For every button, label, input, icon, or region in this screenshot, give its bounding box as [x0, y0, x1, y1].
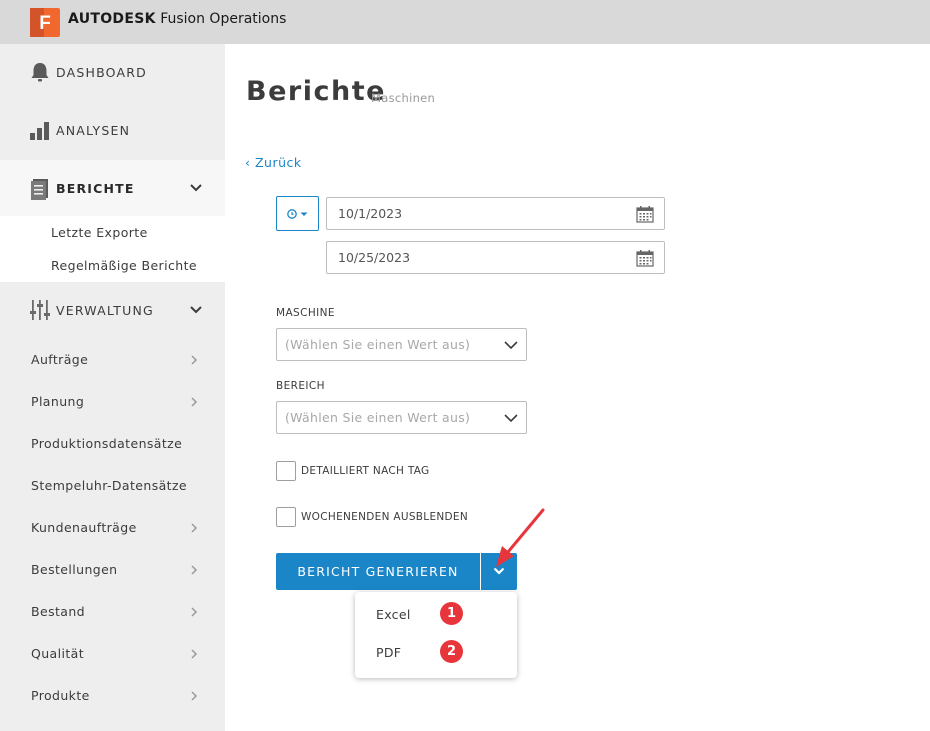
chevron-down-icon [504, 414, 518, 423]
maschine-label: MASCHINE [276, 307, 335, 319]
calendar-icon[interactable] [636, 249, 654, 267]
hide-weekends-label: WOCHENENDEN AUSBLENDEN [301, 511, 469, 523]
brand-rest: Fusion Operations [155, 11, 287, 27]
chevron-right-icon [191, 691, 198, 701]
bell-icon [31, 63, 49, 82]
chevron-right-icon [191, 355, 198, 365]
date-to-value: 10/25/2023 [338, 250, 411, 265]
menu-item-excel[interactable]: Excel [376, 607, 411, 622]
bar-chart-icon [30, 122, 49, 140]
sidebar: DASHBOARD ANALYSEN BERICHTE Letzte Expor… [0, 44, 225, 731]
chevron-down-icon[interactable] [190, 183, 202, 193]
sidebar-label-dashboard: DASHBOARD [56, 64, 147, 80]
chevron-right-icon [191, 523, 198, 533]
clock-caret-icon [287, 209, 308, 219]
export-format-menu: Excel PDF 1 2 [355, 592, 517, 678]
menu-item-pdf[interactable]: PDF [376, 645, 401, 660]
generate-report-label: BERICHT GENERIEREN [297, 564, 459, 579]
chevron-down-icon[interactable] [190, 305, 202, 315]
generate-report-button[interactable]: BERICHT GENERIEREN [276, 553, 480, 590]
bereich-select[interactable]: (Wählen Sie einen Wert aus) [276, 401, 527, 434]
sidebar-item-verwaltung[interactable]: VERWALTUNG [0, 282, 225, 338]
detail-by-day-label: DETAILLIERT NACH TAG [301, 465, 430, 477]
bereich-label: BEREICH [276, 380, 325, 392]
sidebar-label-analysen: ANALYSEN [56, 122, 131, 138]
sliders-icon [30, 300, 50, 320]
sidebar-subitem-letzte-exporte[interactable]: Letzte Exporte [51, 225, 148, 240]
chevron-right-icon [191, 649, 198, 659]
chevron-right-icon [191, 607, 198, 617]
generate-format-dropdown-button[interactable] [481, 553, 517, 590]
berichte-submenu: Letzte Exporte Regelmäßige Berichte [0, 216, 225, 282]
top-bar: F AUTODESK Fusion Operations [0, 0, 930, 44]
detail-by-day-checkbox[interactable] [276, 461, 296, 481]
back-link[interactable]: ‹ Zurück [245, 155, 302, 170]
sidebar-item-planung[interactable]: Planung [31, 394, 84, 409]
sidebar-item-bestellungen[interactable]: Bestellungen [31, 562, 118, 577]
date-from-input[interactable]: 10/1/2023 [326, 197, 665, 230]
chevron-right-icon [191, 565, 198, 575]
maschine-select[interactable]: (Wählen Sie einen Wert aus) [276, 328, 527, 361]
maschine-placeholder: (Wählen Sie einen Wert aus) [285, 337, 471, 352]
sidebar-item-berichte[interactable]: BERICHTE [0, 160, 225, 216]
date-to-input[interactable]: 10/25/2023 [326, 241, 665, 274]
sidebar-item-produktionsdatensaetze[interactable]: Produktionsdatensätze [31, 436, 182, 451]
sidebar-item-dashboard[interactable]: DASHBOARD [0, 44, 225, 100]
fusion-logo-icon[interactable]: F [30, 8, 60, 37]
sidebar-item-auftraege[interactable]: Aufträge [31, 352, 88, 367]
hide-weekends-checkbox[interactable] [276, 507, 296, 527]
sidebar-item-kundenauftraege[interactable]: Kundenaufträge [31, 520, 137, 535]
sidebar-subitem-regelmaessige-berichte[interactable]: Regelmäßige Berichte [51, 258, 197, 273]
sidebar-item-analysen[interactable]: ANALYSEN [0, 102, 225, 158]
report-icon [31, 179, 48, 200]
chevron-down-icon [504, 341, 518, 350]
sidebar-item-produkte[interactable]: Produkte [31, 688, 90, 703]
annotation-badge-1: 1 [440, 602, 463, 625]
date-from-value: 10/1/2023 [338, 206, 403, 221]
sidebar-label-verwaltung: VERWALTUNG [56, 302, 154, 318]
sidebar-item-stempeluhr[interactable]: Stempeluhr-Datensätze [31, 478, 187, 493]
date-preset-button[interactable] [276, 196, 319, 231]
brand-bold: AUTODESK [68, 11, 156, 27]
page-subtitle: Maschinen [371, 91, 436, 105]
chevron-down-icon [493, 567, 505, 575]
sidebar-item-bestand[interactable]: Bestand [31, 604, 85, 619]
calendar-icon[interactable] [636, 205, 654, 223]
annotation-badge-2: 2 [440, 640, 463, 663]
page-title: Berichte [246, 76, 386, 107]
chevron-right-icon [191, 397, 198, 407]
bereich-placeholder: (Wählen Sie einen Wert aus) [285, 410, 471, 425]
sidebar-label-berichte: BERICHTE [56, 180, 135, 196]
logo-letter: F [39, 13, 51, 34]
app-brand: AUTODESK Fusion Operations [68, 11, 286, 27]
sidebar-item-qualitaet[interactable]: Qualität [31, 646, 84, 661]
